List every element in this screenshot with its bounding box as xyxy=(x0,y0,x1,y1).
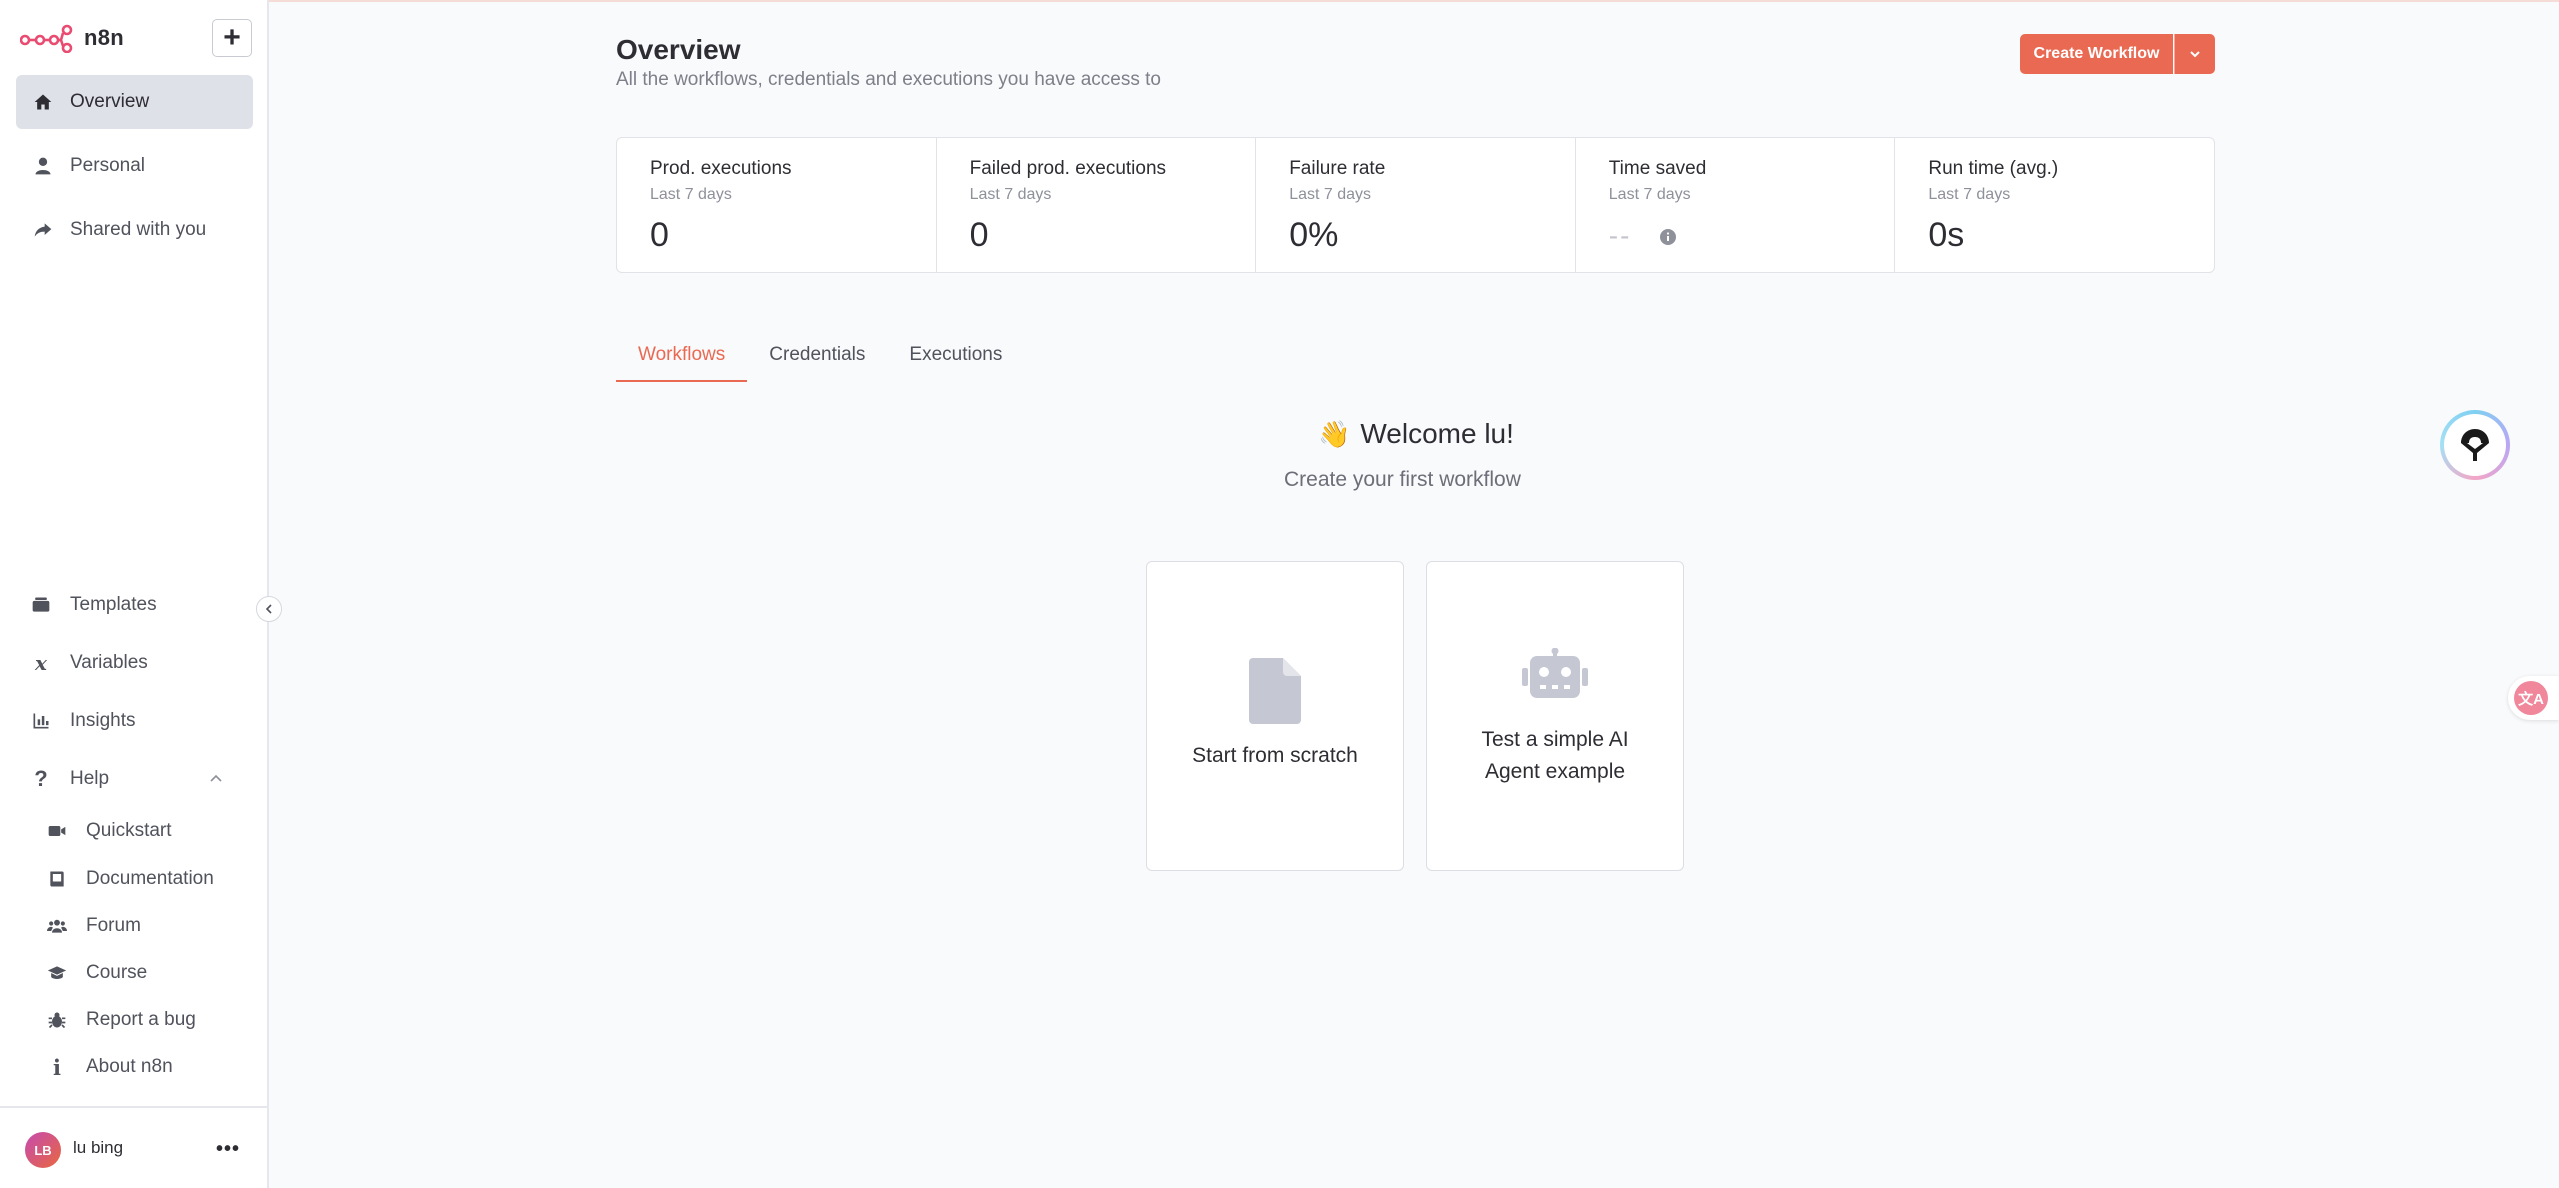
tab-workflows[interactable]: Workflows xyxy=(616,340,748,382)
stat-label: Failed prod. executions xyxy=(969,158,1167,179)
stat-failure-rate[interactable]: Failure rate Last 7 days 0% xyxy=(1256,138,1576,272)
create-workflow-button[interactable]: Create Workflow xyxy=(2020,34,2173,74)
sidebar: n8n + Overview Personal Shared with you … xyxy=(0,0,269,1188)
variable-icon: x xyxy=(35,651,47,675)
chart-icon xyxy=(30,711,52,731)
stat-label: Run time (avg.) xyxy=(1928,158,2059,179)
video-icon xyxy=(46,821,68,841)
stat-run-time[interactable]: Run time (avg.) Last 7 days 0s xyxy=(1895,138,2214,272)
templates-icon xyxy=(30,595,52,615)
ai-assistant-button[interactable] xyxy=(2440,410,2510,480)
question-icon: ? xyxy=(34,766,48,791)
user-icon xyxy=(32,155,54,177)
file-icon xyxy=(1147,658,1403,724)
stat-period: Last 7 days xyxy=(1289,186,1372,203)
stat-period: Last 7 days xyxy=(969,186,1052,203)
sidebar-item-insights[interactable]: Insights xyxy=(30,703,135,739)
sidebar-item-label: Templates xyxy=(70,594,157,615)
sidebar-item-label: Insights xyxy=(70,710,136,731)
nav-item-label: Overview xyxy=(70,91,150,112)
nav-item-label: Personal xyxy=(70,155,145,176)
stat-value: 0 xyxy=(969,216,989,254)
welcome-heading: 👋 Welcome lu! xyxy=(1318,418,1514,450)
stats-panel: Prod. executions Last 7 days 0 Failed pr… xyxy=(616,137,2215,273)
translate-button[interactable]: 文A xyxy=(2508,676,2559,720)
tab-executions[interactable]: Executions xyxy=(887,340,1024,382)
book-icon xyxy=(46,869,68,889)
help-item-report-bug[interactable]: Report a bug xyxy=(46,1003,196,1037)
card-label: Start from scratch xyxy=(1192,744,1358,767)
info-icon: i xyxy=(53,1054,61,1080)
brand-name: n8n xyxy=(84,25,125,50)
create-workflow-dropdown-button[interactable] xyxy=(2174,34,2215,74)
ai-agent-example-card[interactable]: Test a simple AI Agent example xyxy=(1426,561,1684,871)
user-menu-button[interactable]: ••• xyxy=(216,1138,240,1161)
waving-hand-icon: 👋 xyxy=(1318,418,1351,449)
robot-icon xyxy=(1427,648,1683,700)
stat-label: Failure rate xyxy=(1289,158,1386,179)
welcome-title: Welcome lu! xyxy=(1360,418,1514,449)
home-icon xyxy=(32,91,54,113)
sidebar-item-help[interactable]: ? Help xyxy=(30,761,109,797)
bug-icon xyxy=(46,1010,68,1030)
stat-value: 0% xyxy=(1289,216,1339,254)
top-accent-line xyxy=(0,0,2559,2)
sidebar-item-templates[interactable]: Templates xyxy=(30,587,157,623)
collapse-sidebar-button[interactable] xyxy=(256,596,282,622)
page-title: Overview xyxy=(616,34,741,65)
help-item-label: Course xyxy=(86,962,148,983)
help-item-label: Documentation xyxy=(86,868,214,889)
ai-assistant-inner xyxy=(2444,414,2506,476)
users-icon xyxy=(46,916,68,936)
tab-credentials[interactable]: Credentials xyxy=(747,340,887,382)
tab-bar: Workflows Credentials Executions xyxy=(616,340,1024,382)
stat-label: Prod. executions xyxy=(650,158,792,179)
stat-prod-executions[interactable]: Prod. executions Last 7 days 0 xyxy=(617,138,937,272)
stat-time-saved[interactable]: Time saved Last 7 days -- xyxy=(1576,138,1896,272)
sidebar-item-label: Variables xyxy=(70,652,148,673)
card-label-line2: Agent example xyxy=(1484,760,1626,783)
help-item-label: Forum xyxy=(86,915,141,936)
page-subtitle: All the workflows, credentials and execu… xyxy=(616,69,1161,90)
chevron-left-icon xyxy=(265,604,272,614)
help-item-documentation[interactable]: Documentation xyxy=(46,862,214,896)
start-from-scratch-card[interactable]: Start from scratch xyxy=(1146,561,1404,871)
help-item-course[interactable]: Course xyxy=(46,956,147,990)
help-item-forum[interactable]: Forum xyxy=(46,909,141,943)
stat-failed-executions[interactable]: Failed prod. executions Last 7 days 0 xyxy=(937,138,1257,272)
nav-item-shared[interactable]: Shared with you xyxy=(16,203,253,257)
brand[interactable]: n8n xyxy=(20,22,124,54)
avatar[interactable]: LB xyxy=(25,1132,61,1168)
stat-period: Last 7 days xyxy=(1928,186,2011,203)
translate-icon: 文A xyxy=(2514,681,2548,715)
help-item-label: Quickstart xyxy=(86,820,172,841)
chevron-down-icon xyxy=(2190,51,2200,58)
graduation-cap-icon xyxy=(46,963,68,983)
card-label-line1: Test a simple AI xyxy=(1481,728,1629,751)
nav-item-overview[interactable]: Overview xyxy=(16,75,253,129)
stat-value: 0s xyxy=(1928,216,1965,254)
welcome-subtitle: Create your first workflow xyxy=(1284,468,1521,491)
sidebar-item-label: Help xyxy=(70,768,110,789)
help-item-label: Report a bug xyxy=(86,1009,196,1030)
nav-item-personal[interactable]: Personal xyxy=(16,139,253,193)
help-item-about[interactable]: i About n8n xyxy=(46,1050,173,1084)
share-icon xyxy=(32,219,54,241)
chevron-up-icon[interactable] xyxy=(208,771,224,787)
stat-value: -- xyxy=(1608,220,1632,251)
nav-item-label: Shared with you xyxy=(70,219,207,240)
n8n-logo-icon xyxy=(20,24,73,53)
stat-period: Last 7 days xyxy=(650,186,732,203)
add-button[interactable]: + xyxy=(212,19,252,57)
help-item-quickstart[interactable]: Quickstart xyxy=(46,814,172,848)
sidebar-item-variables[interactable]: x Variables xyxy=(30,645,148,681)
user-name: lu bing xyxy=(73,1138,124,1157)
info-icon[interactable] xyxy=(1659,228,1677,246)
stat-value: 0 xyxy=(650,216,669,254)
ai-assistant-icon xyxy=(2461,429,2489,461)
stat-label: Time saved xyxy=(1608,158,1707,179)
stat-period: Last 7 days xyxy=(1608,186,1691,203)
help-item-label: About n8n xyxy=(86,1056,173,1077)
